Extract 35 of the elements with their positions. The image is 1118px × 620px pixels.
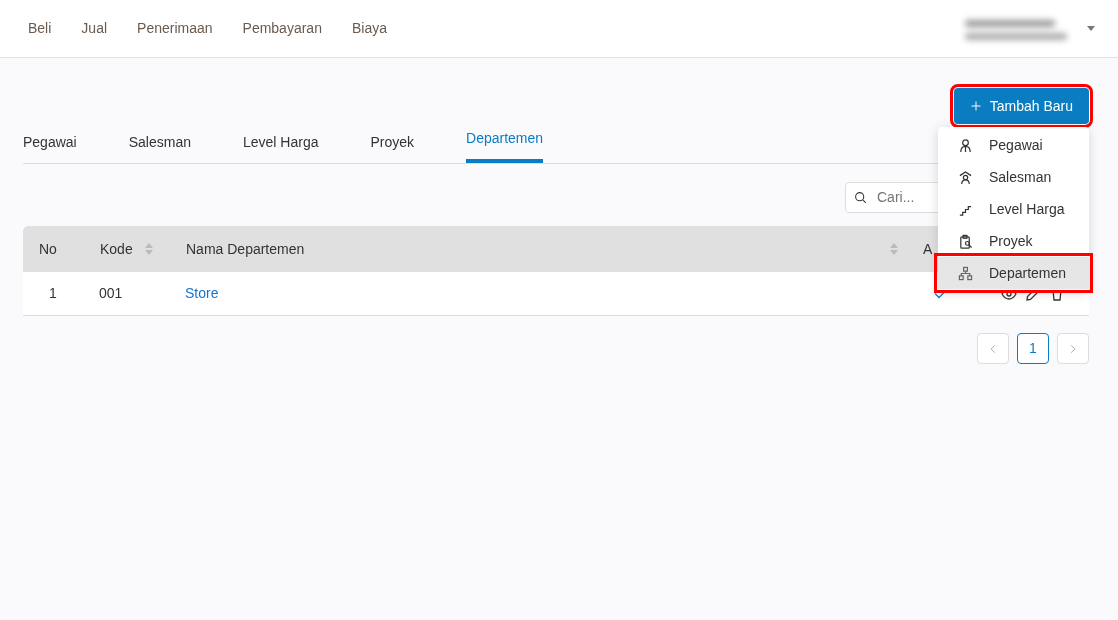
column-label: Nama Departemen bbox=[186, 239, 305, 259]
column-label: A bbox=[923, 239, 933, 259]
caret-icon[interactable] bbox=[1087, 26, 1095, 31]
column-label: Kode bbox=[100, 239, 133, 259]
tab[interactable]: Level Harga bbox=[242, 132, 319, 163]
menu-item[interactable]: Salesman bbox=[938, 161, 1089, 193]
table-cell: 1 bbox=[49, 285, 57, 301]
column-label: No bbox=[39, 239, 57, 259]
tab[interactable]: Salesman bbox=[128, 132, 191, 163]
next-page-button[interactable] bbox=[1057, 333, 1089, 364]
plus-icon bbox=[969, 100, 982, 112]
salesman-icon bbox=[958, 169, 973, 185]
sort-icon[interactable] bbox=[890, 242, 898, 256]
previous-page-button[interactable] bbox=[977, 333, 1009, 364]
clipboard-icon bbox=[958, 233, 973, 249]
nav-link[interactable]: Beli bbox=[17, 18, 63, 39]
department-link[interactable]: Store bbox=[185, 285, 219, 301]
search-icon bbox=[854, 191, 867, 204]
nav-link[interactable]: Pembayaran bbox=[231, 18, 333, 39]
nav-link[interactable]: Jual bbox=[70, 18, 119, 39]
sort-icon[interactable] bbox=[145, 242, 153, 256]
tab[interactable]: Pegawai bbox=[23, 132, 77, 163]
chevron-right-icon bbox=[1068, 343, 1078, 354]
hierarchy-icon bbox=[958, 265, 973, 281]
tab[interactable]: Proyek bbox=[370, 132, 415, 163]
menu-item[interactable]: Pegawai bbox=[938, 129, 1089, 161]
page-button[interactable]: 1 bbox=[1017, 333, 1049, 364]
menu-item[interactable]: Proyek bbox=[938, 225, 1089, 257]
table-cell: 001 bbox=[99, 285, 123, 301]
tab[interactable]: Departemen bbox=[466, 128, 544, 163]
menu-item[interactable]: Level Harga bbox=[938, 193, 1089, 225]
chevron-left-icon bbox=[988, 343, 998, 354]
nav-link[interactable]: Penerimaan bbox=[126, 18, 224, 39]
person-icon bbox=[958, 137, 973, 153]
nav-link[interactable]: Biaya bbox=[340, 18, 398, 39]
